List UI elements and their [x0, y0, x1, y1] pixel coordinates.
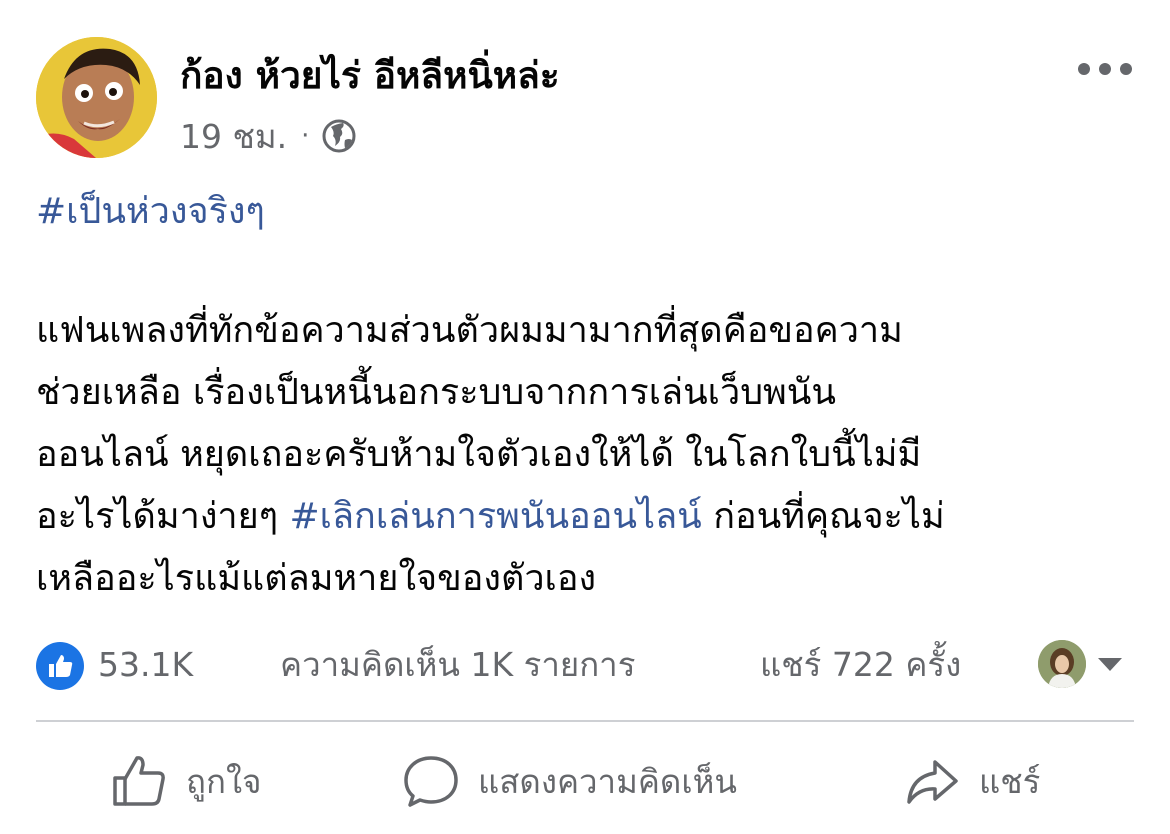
body-line: ออนไลน์ หยุดเถอะครับห้ามใจตัวเองให้ได้ ใ…: [36, 434, 922, 475]
comment-button[interactable]: แสดงความคิดเห็น: [402, 746, 737, 816]
body-line: แฟนเพลงที่ทักข้อความส่วนตัวผมมามากที่สุด…: [36, 310, 903, 351]
meta-separator: ·: [301, 121, 310, 151]
like-button[interactable]: ถูกใจ: [110, 746, 261, 816]
shares-count[interactable]: แชร์ 722 ครั้ง: [760, 636, 961, 694]
ellipsis-dot: [1120, 63, 1132, 75]
post-stats: 53.1K ความคิดเห็น 1K รายการ แชร์ 722 ครั…: [36, 636, 1136, 694]
ellipsis-icon[interactable]: [1078, 60, 1132, 78]
author-avatar[interactable]: [36, 37, 157, 158]
body-line: ช่วยเหลือ เรื่องเป็นหนี้นอกระบบจากการเล่…: [36, 372, 836, 413]
post-meta: 19 ชม. ·: [180, 112, 357, 160]
share-button-label: แชร์: [979, 761, 1041, 801]
thumbs-up-outline-icon: [113, 756, 165, 806]
post-body: แฟนเพลงที่ทักข้อความส่วนตัวผมมามากที่สุด…: [36, 300, 1131, 610]
body-line: เหลืออะไรแม้แต่ลมหายใจของตัวเอง: [36, 558, 597, 599]
author-name[interactable]: ก้อง ห้วยไร่ อีหลีหนิ่หล่ะ: [180, 46, 560, 106]
share-button[interactable]: แชร์: [903, 746, 1040, 816]
thumbs-up-icon: [49, 655, 73, 677]
like-reaction-icon[interactable]: [36, 642, 84, 690]
hashtag-link-body[interactable]: #เลิกเล่นการพนันออนไลน์: [290, 496, 702, 537]
ellipsis-dot: [1078, 63, 1090, 75]
ellipsis-dot: [1099, 63, 1111, 75]
body-text: ก่อนที่คุณจะไม่: [713, 496, 945, 537]
comment-button-label: แสดงความคิดเห็น: [478, 761, 737, 801]
viewer-avatar-image: [1038, 640, 1086, 688]
body-text: อะไรได้มาง่ายๆ: [36, 496, 279, 537]
speech-bubble-icon: [404, 756, 458, 807]
facebook-post: ก้อง ห้วยไร่ อีหลีหนิ่หล่ะ 19 ชม. · #เป็…: [0, 0, 1170, 834]
globe-icon[interactable]: [321, 118, 357, 154]
post-time[interactable]: 19 ชม.: [180, 110, 287, 163]
caret-down-icon[interactable]: [1098, 658, 1122, 671]
like-button-label: ถูกใจ: [186, 761, 262, 801]
share-arrow-icon: [907, 760, 958, 804]
avatar-image: [36, 37, 157, 158]
like-count[interactable]: 53.1K: [98, 636, 193, 694]
hashtag-link-top[interactable]: #เป็นห่วงจริงๆ: [36, 182, 265, 242]
divider: [36, 720, 1134, 722]
comments-count[interactable]: ความคิดเห็น 1K รายการ: [280, 636, 635, 694]
viewer-avatar[interactable]: [1038, 640, 1086, 688]
body-line-mixed: อะไรได้มาง่ายๆ #เลิกเล่นการพนันออนไลน์ ก…: [36, 486, 1131, 548]
